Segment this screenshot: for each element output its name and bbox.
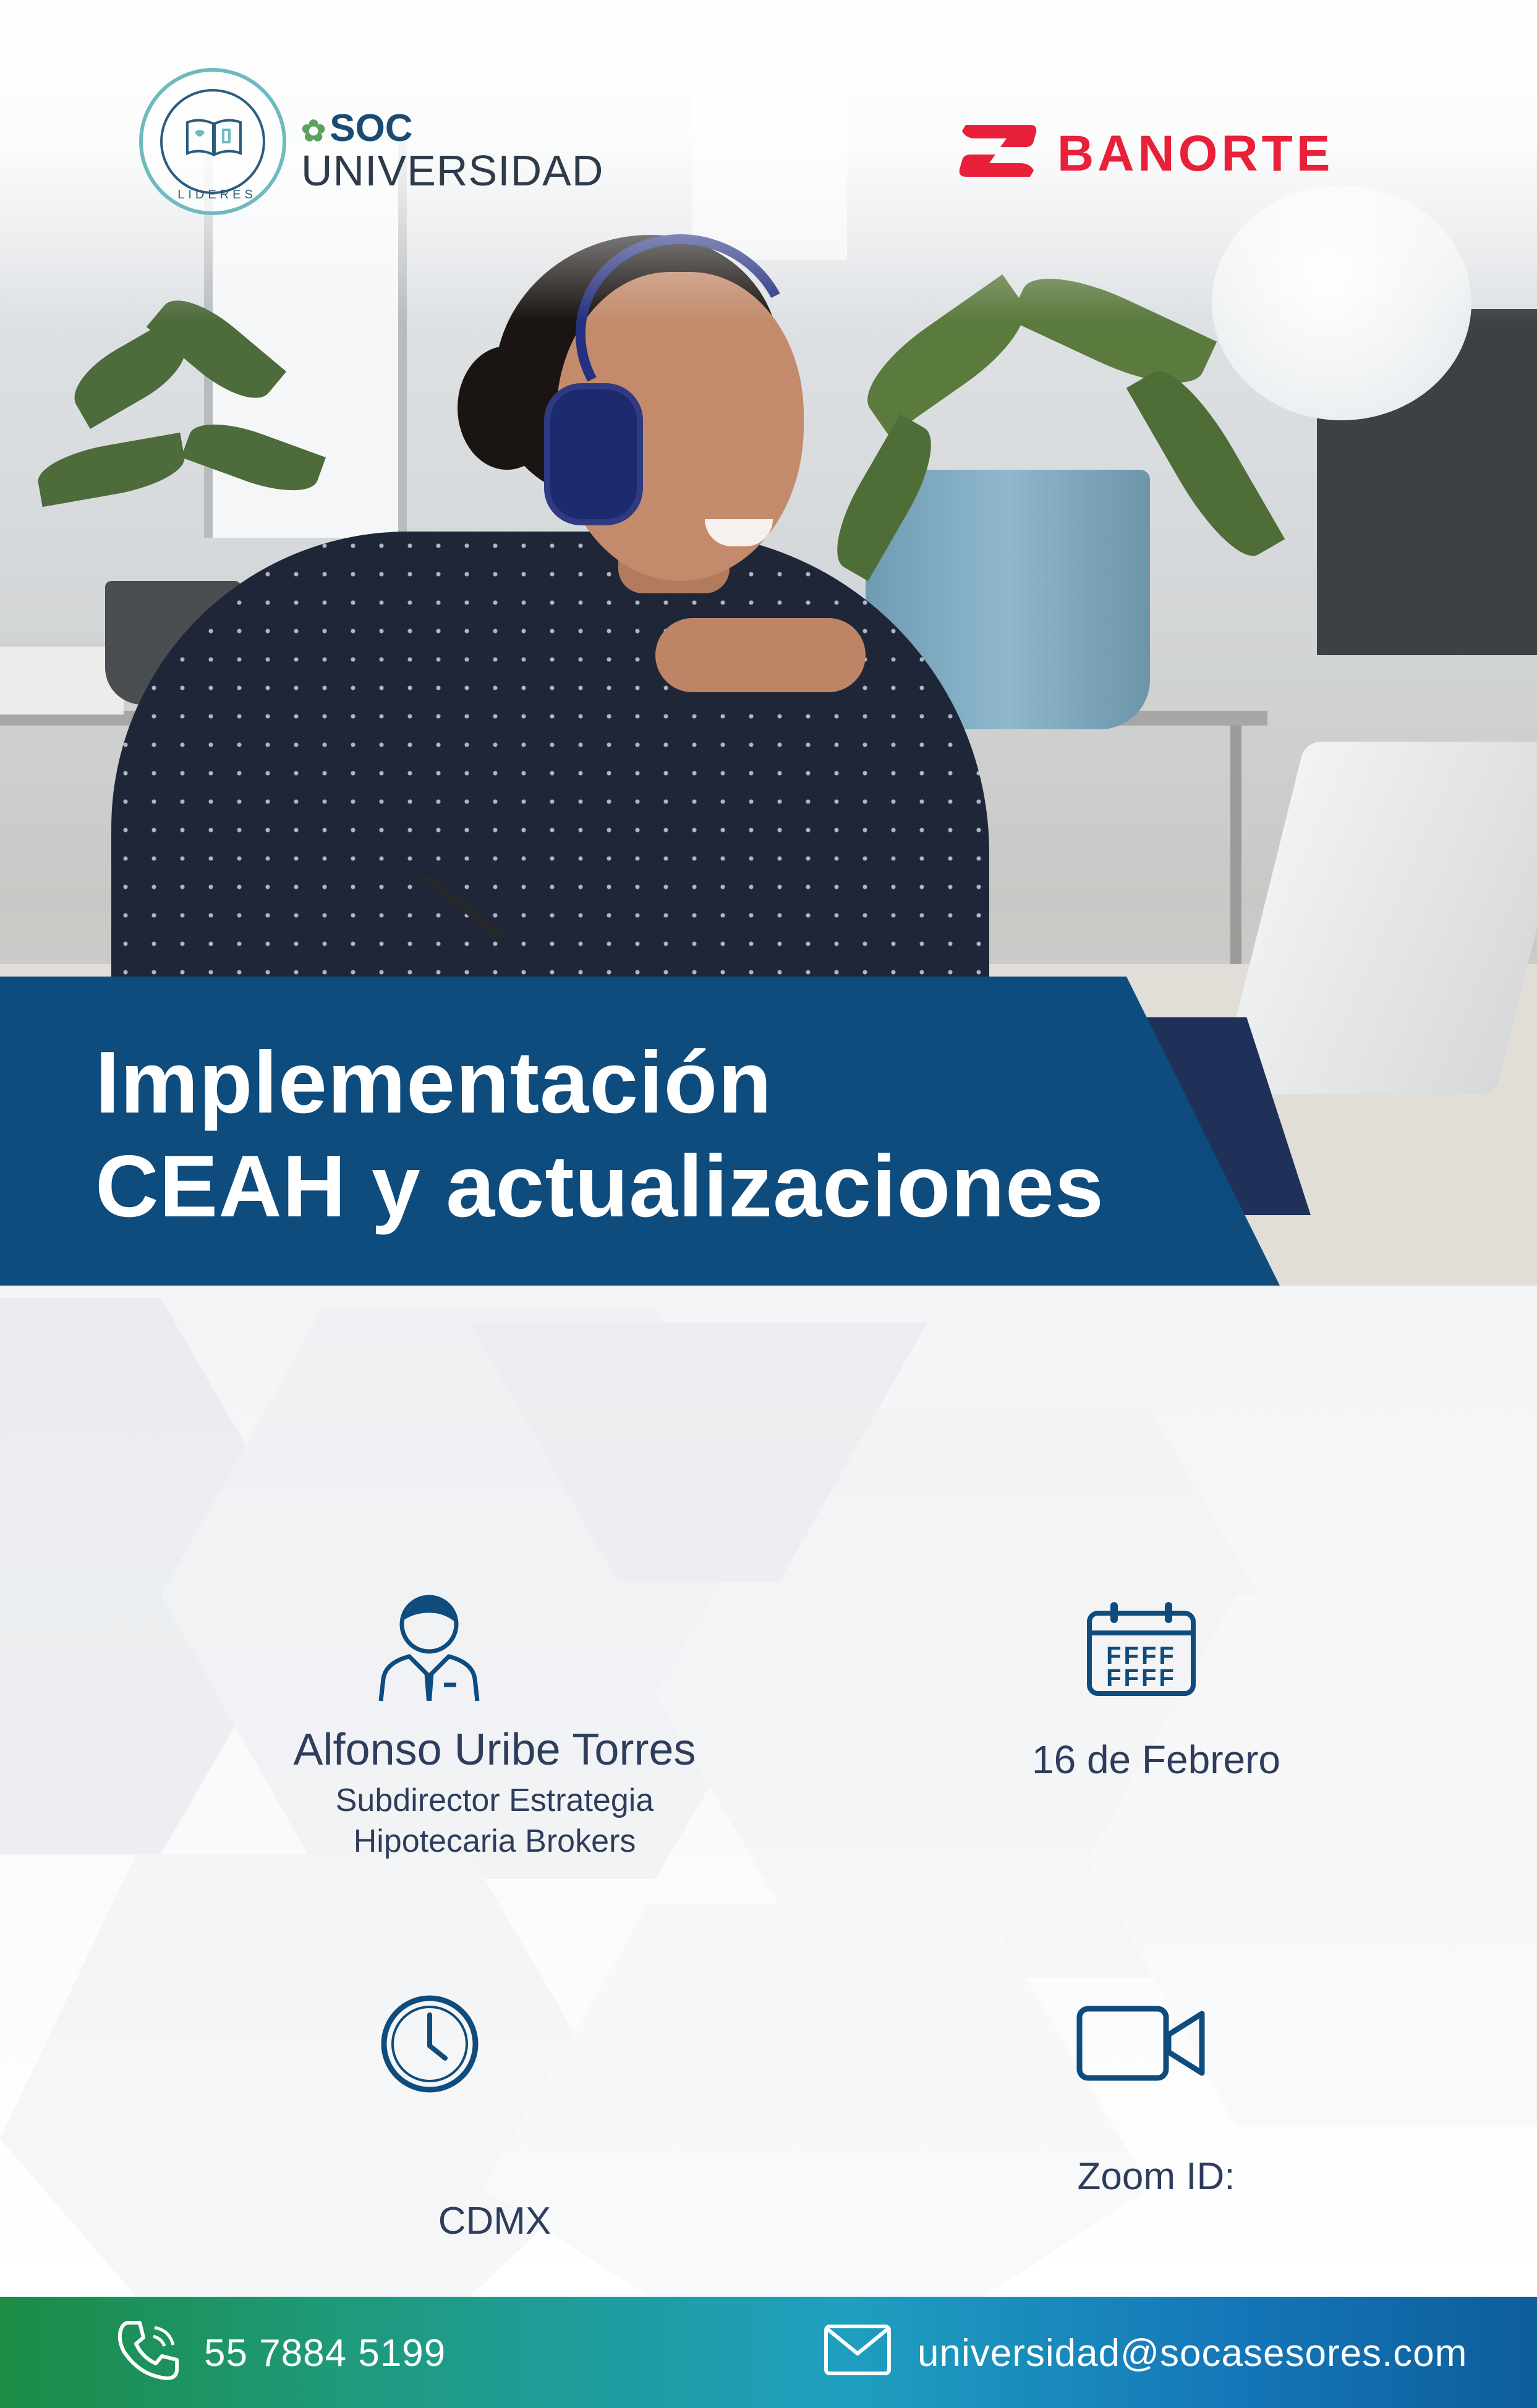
event-title-line-1: Implementación	[95, 1033, 773, 1132]
phone-icon	[117, 2321, 179, 2380]
contact-email[interactable]: universidad@socasesores.com	[918, 2331, 1467, 2375]
soc-wordmark: ✿SOC	[301, 106, 413, 150]
headphone-ear-cup	[544, 383, 643, 525]
speaker-role: Subdirector Estrategia Hipotecaria Broke…	[185, 1780, 804, 1862]
mail-icon	[824, 2325, 891, 2375]
clock-icon	[381, 1995, 479, 2093]
soc-mark-text: SOC	[330, 107, 413, 150]
event-location: CDMX	[438, 2200, 551, 2242]
speaker-role-line-1: Subdirector Estrategia	[335, 1783, 654, 1818]
open-book-icon	[186, 119, 242, 157]
title-banner: Implementación CEAH y actualizaciones	[0, 977, 1280, 1286]
speaker-name: Alfonso Uribe Torres	[293, 1725, 696, 1774]
contact-phone[interactable]: 55 7884 5199	[204, 2331, 446, 2375]
speaker-role-line-2: Hipotecaria Brokers	[353, 1823, 636, 1859]
calendar-icon: FFFF FFFF	[1087, 1602, 1196, 1696]
person-icon	[378, 1595, 480, 1702]
laptop	[1217, 742, 1537, 1094]
banorte-symbol-icon	[959, 125, 1037, 177]
svg-text:FFFF: FFFF	[1106, 1664, 1177, 1692]
person-torso	[111, 532, 989, 1001]
contact-footer: 55 7884 5199 universidad@socasesores.com	[0, 2297, 1537, 2408]
zoom-id-label: Zoom ID:	[1077, 2155, 1235, 2198]
soc-badge: LIDERES	[139, 68, 286, 215]
soc-universidad-text: UNIVERSIDAD	[301, 146, 604, 195]
event-title-line-2: CEAH y actualizaciones	[95, 1137, 1104, 1236]
flower-icon: ✿	[301, 115, 326, 148]
soc-universidad-logo: LIDERES ✿SOC UNIVERSIDAD	[139, 68, 603, 216]
video-camera-icon	[1076, 2006, 1205, 2081]
plant-leaf	[33, 432, 189, 507]
soc-badge-text: LIDERES	[177, 188, 257, 201]
event-date: 16 de Febrero	[1031, 1737, 1281, 1782]
event-flyer: LIDERES ✿SOC UNIVERSIDAD BANORTE Impleme…	[0, 0, 1537, 2408]
banorte-wordmark: BANORTE	[1057, 125, 1334, 182]
banorte-logo: BANORTE	[957, 122, 1402, 184]
person-hand	[655, 618, 866, 692]
